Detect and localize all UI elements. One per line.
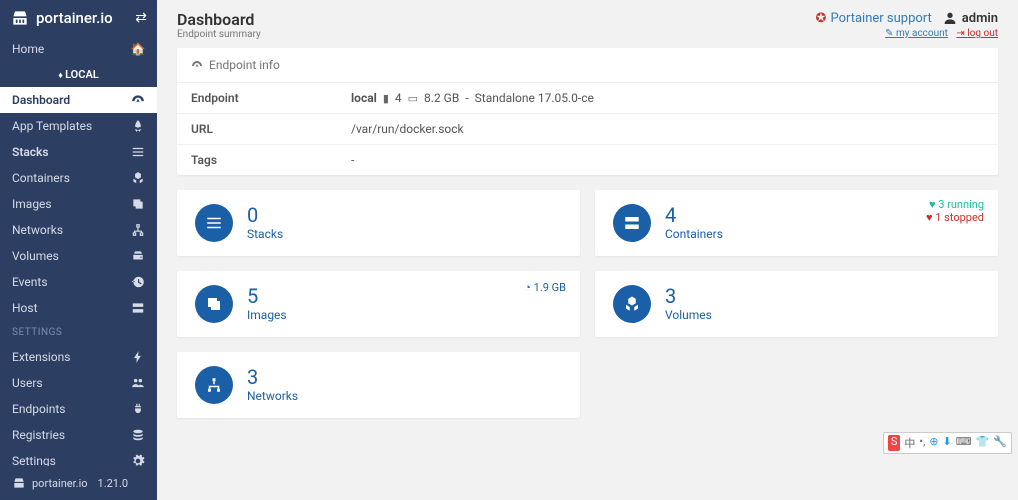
sidebar-item-images[interactable]: Images [0,191,157,217]
sidebar-settings-header: SETTINGS [0,321,157,344]
tachometer-icon [191,59,203,71]
tray-icon[interactable]: ⬇ [942,435,951,451]
tray-icon[interactable]: ⌨ [956,435,972,451]
brand-logo[interactable]: portainer.io ⇄ [0,0,157,36]
url-row: URL /var/run/docker.sock [177,114,998,145]
volumes-icon [613,285,651,323]
card-images[interactable]: 5 Images ◔ 1.9 GB [177,271,580,337]
page-subtitle: Endpoint summary [177,29,261,40]
system-tray: S 中 •, ⊕ ⬇ ⌨ 👕 🔧 [883,432,1012,454]
sidebar-toggle-icon[interactable]: ⇄ [135,10,147,26]
tray-icon[interactable]: 👕 [976,435,990,451]
history-icon [131,275,145,289]
sidebar-nav: Home 🏠 LOCAL Dashboard App Templates Sta… [0,36,157,466]
tachometer-icon [131,93,145,107]
endpoint-info-panel: Endpoint info Endpoint local ▮4 ▭8.2 GB … [177,48,998,175]
sidebar-item-home[interactable]: Home 🏠 [0,36,157,62]
portainer-footer-icon [12,476,26,490]
cubes-icon [131,171,145,185]
sidebar-item-settings[interactable]: Settings [0,448,157,466]
support-link[interactable]: ✪ Portainer support [816,11,932,26]
images-icon [195,285,233,323]
sidebar-item-networks[interactable]: Networks [0,217,157,243]
sidebar-item-host[interactable]: Host [0,295,157,321]
tray-icon[interactable]: ⊕ [929,435,938,451]
sidebar-item-dashboard[interactable]: Dashboard [0,87,157,113]
page-title: Dashboard [177,10,261,29]
home-icon: 🏠 [131,42,145,56]
dashboard-cards: 0 Stacks 4 Containers ♥ 3 running ♥ 1 st… [177,190,998,337]
sidebar-item-volumes[interactable]: Volumes [0,243,157,269]
clone-icon [131,197,145,211]
cpu-icon: ▮ [383,92,389,105]
my-account-link[interactable]: ✎ my account [885,28,948,39]
tray-icon[interactable]: •, [919,435,925,451]
card-stacks[interactable]: 0 Stacks [177,190,580,256]
logout-link[interactable]: ⇥ log out [956,28,998,39]
memory-icon: ▭ [408,92,418,105]
sidebar-item-containers[interactable]: Containers [0,165,157,191]
user-icon [942,10,958,26]
main-content: Dashboard Endpoint summary ✪ Portainer s… [157,0,1018,500]
bolt-icon [131,350,145,364]
card-networks[interactable]: 3 Networks [177,352,580,418]
sidebar-item-endpoints[interactable]: Endpoints [0,396,157,422]
server-icon [131,301,145,315]
users-icon [131,376,145,390]
heartbeat-icon: ♥ [929,198,936,211]
rocket-icon [131,119,145,133]
cogs-icon [131,454,145,466]
plug-icon [131,402,145,416]
networks-icon [195,366,233,404]
tags-row: Tags - [177,145,998,175]
hdd-icon [131,249,145,263]
life-ring-icon: ✪ [816,11,827,26]
tray-icon[interactable]: 中 [904,435,915,451]
images-size: ◔ 1.9 GB [524,281,566,294]
sidebar-local-label[interactable]: LOCAL [0,62,157,87]
container-status: ♥ 3 running ♥ 1 stopped [926,198,984,224]
tray-ime-icon[interactable]: S [888,435,901,451]
containers-icon [613,204,651,242]
sidebar-item-extensions[interactable]: Extensions [0,344,157,370]
sidebar-footer: portainer.io 1.21.0 [0,466,157,500]
panel-header: Endpoint info [177,48,998,83]
sidebar-item-registries[interactable]: Registries [0,422,157,448]
heartbeat-icon: ♥ [926,211,933,224]
sidebar-item-app-templates[interactable]: App Templates [0,113,157,139]
sidebar-item-stacks[interactable]: Stacks [0,139,157,165]
pie-chart-icon: ◔ [524,281,531,294]
stacks-icon [195,204,233,242]
sidebar-item-events[interactable]: Events [0,269,157,295]
card-volumes[interactable]: 3 Volumes [595,271,998,337]
tray-icon[interactable]: 🔧 [993,435,1007,451]
brand-text: portainer.io [36,9,113,27]
endpoint-row: Endpoint local ▮4 ▭8.2 GB - Standalone 1… [177,83,998,114]
user-menu[interactable]: admin [942,10,998,26]
sidebar: portainer.io ⇄ Home 🏠 LOCAL Dashboard Ap… [0,0,157,500]
topbar: Dashboard Endpoint summary ✪ Portainer s… [157,0,1018,48]
sitemap-icon [131,223,145,237]
sidebar-item-users[interactable]: Users [0,370,157,396]
portainer-icon [10,8,30,28]
database-icon [131,428,145,442]
card-containers[interactable]: 4 Containers ♥ 3 running ♥ 1 stopped [595,190,998,256]
list-icon [131,145,145,159]
